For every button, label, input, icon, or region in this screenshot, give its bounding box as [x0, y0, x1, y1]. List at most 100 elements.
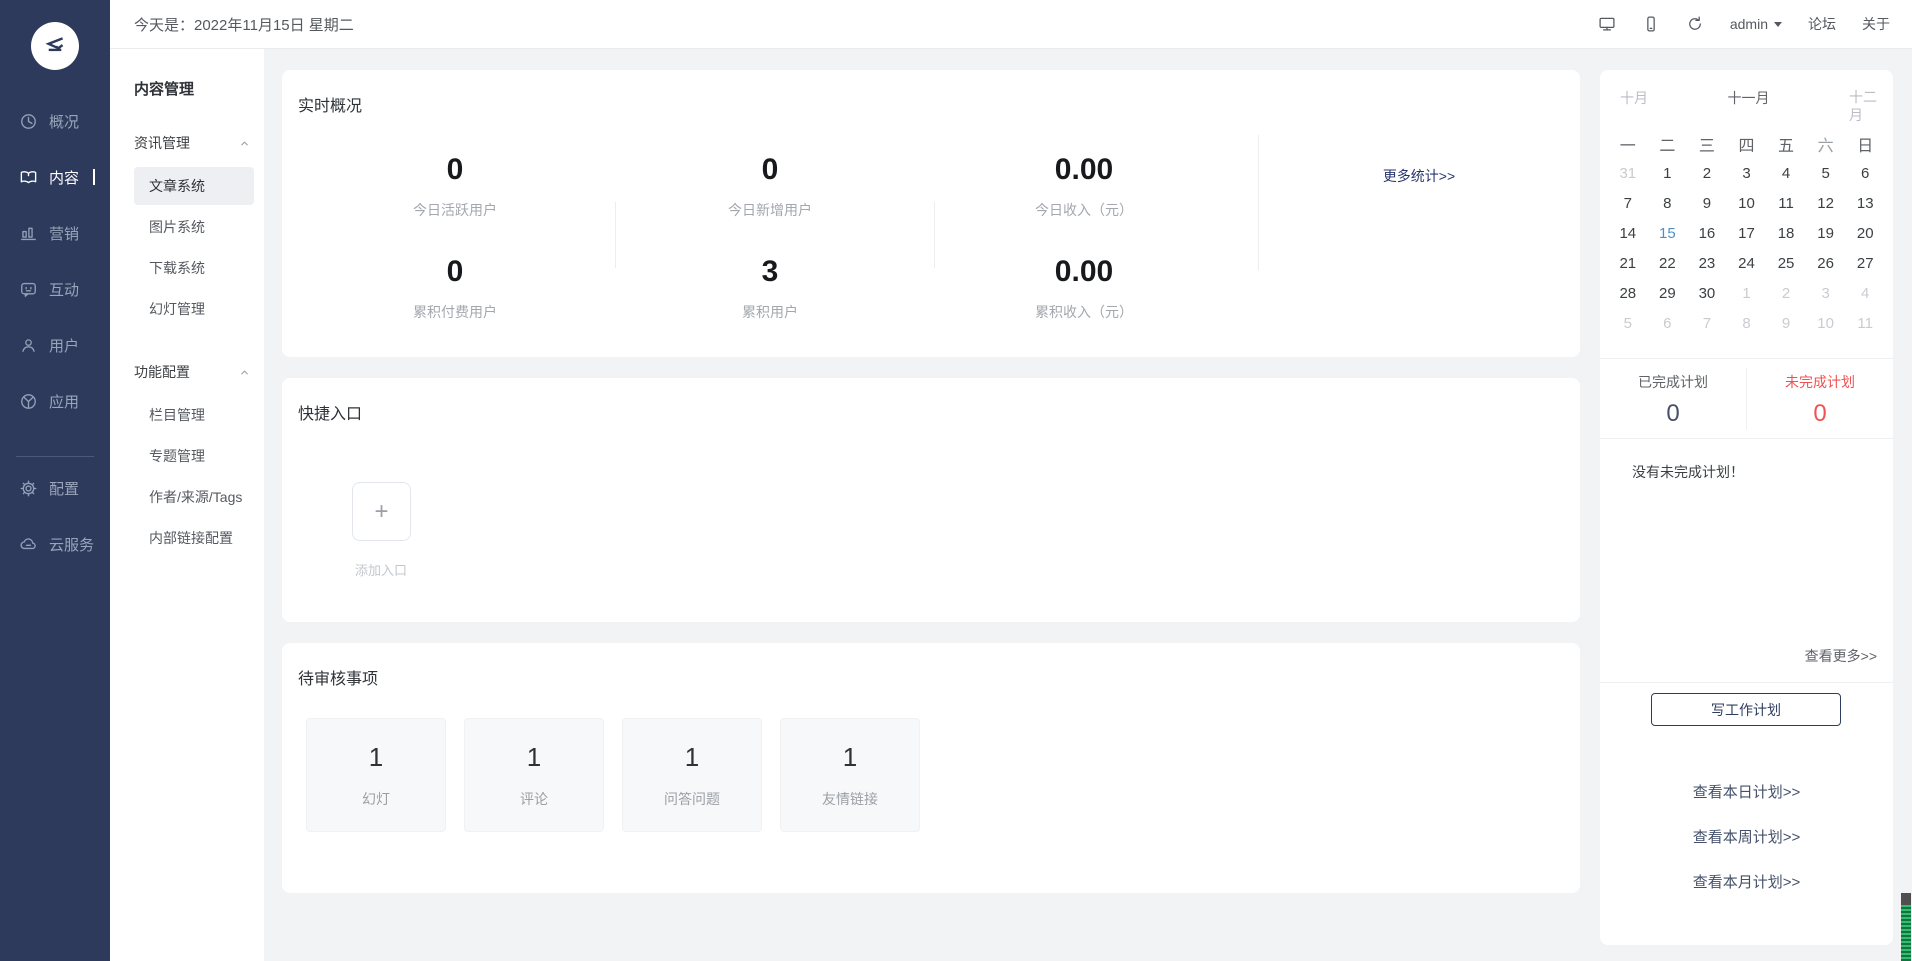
- calendar-day[interactable]: 4: [1766, 158, 1806, 188]
- calendar-day[interactable]: 2: [1766, 278, 1806, 308]
- calendar-day[interactable]: 11: [1766, 188, 1806, 218]
- submenu-group-news[interactable]: 资讯管理: [134, 133, 250, 153]
- user-menu[interactable]: admin: [1730, 16, 1782, 32]
- sidebar-item-label: 配置: [49, 478, 79, 499]
- sidebar-item-content[interactable]: 内容: [0, 154, 110, 200]
- calendar-day[interactable]: 10: [1806, 308, 1846, 338]
- calendar-day[interactable]: 1: [1648, 158, 1688, 188]
- calendar-day[interactable]: 26: [1806, 248, 1846, 278]
- weekday-label: 六: [1806, 132, 1846, 156]
- about-link[interactable]: 关于: [1862, 14, 1890, 34]
- sidebar-item-apps[interactable]: 应用: [0, 378, 110, 424]
- next-month-button[interactable]: 十二月: [1849, 88, 1879, 124]
- submenu-item[interactable]: 图片系统: [134, 208, 254, 246]
- calendar-day[interactable]: 28: [1608, 278, 1648, 308]
- weekday-label: 四: [1727, 132, 1767, 156]
- calendar-day[interactable]: 7: [1608, 188, 1648, 218]
- submenu-group-feature[interactable]: 功能配置: [134, 362, 250, 382]
- panel-divider: [1600, 358, 1893, 359]
- sidebar-nav: 概况内容营销互动用户应用配置云服务: [0, 98, 110, 577]
- calendar-day[interactable]: 7: [1687, 308, 1727, 338]
- calendar-day[interactable]: 1: [1727, 278, 1767, 308]
- calendar-day[interactable]: 19: [1806, 218, 1846, 248]
- submenu-item[interactable]: 内部链接配置: [134, 519, 254, 557]
- calendar-day[interactable]: 17: [1727, 218, 1767, 248]
- stat-label: 累积收入（元）: [974, 302, 1194, 322]
- calendar-day[interactable]: 3: [1806, 278, 1846, 308]
- calendar-day[interactable]: 15: [1648, 218, 1688, 248]
- calendar-day[interactable]: 4: [1845, 278, 1885, 308]
- plan-links: 查看本日计划>>查看本周计划>>查看本月计划>>: [1600, 769, 1893, 904]
- sidebar-item-label: 应用: [49, 391, 79, 412]
- calendar-day[interactable]: 31: [1608, 158, 1648, 188]
- submenu-group-label: 资讯管理: [134, 133, 190, 153]
- calendar-day[interactable]: 30: [1687, 278, 1727, 308]
- stats-divider: [934, 202, 935, 268]
- user-icon: [19, 336, 38, 355]
- more-stats-link[interactable]: 更多统计>>: [1319, 166, 1519, 186]
- view-more-plans-link[interactable]: 查看更多>>: [1805, 646, 1877, 666]
- undone-plan-stat: 未完成计划 0: [1747, 372, 1893, 428]
- brand-logo[interactable]: [31, 22, 79, 70]
- sidebar-item-users[interactable]: 用户: [0, 322, 110, 368]
- calendar-day[interactable]: 20: [1845, 218, 1885, 248]
- submenu-item[interactable]: 下载系统: [134, 249, 254, 287]
- calendar-day[interactable]: 6: [1648, 308, 1688, 338]
- submenu-item[interactable]: 幻灯管理: [134, 290, 254, 328]
- submenu-item[interactable]: 专题管理: [134, 437, 254, 475]
- write-plan-button[interactable]: 写工作计划: [1651, 693, 1841, 726]
- monitor-icon[interactable]: [1598, 15, 1616, 33]
- forum-link[interactable]: 论坛: [1808, 14, 1836, 34]
- calendar-day[interactable]: 11: [1845, 308, 1885, 338]
- calendar-day[interactable]: 21: [1608, 248, 1648, 278]
- brand-logo-icon: [42, 33, 68, 59]
- sidebar-item-marketing[interactable]: 营销: [0, 210, 110, 256]
- sidebar-item-config[interactable]: 配置: [0, 465, 110, 511]
- calendar-day[interactable]: 5: [1608, 308, 1648, 338]
- add-entry-button[interactable]: +: [352, 482, 411, 541]
- mobile-icon[interactable]: [1642, 15, 1660, 33]
- calendar-day[interactable]: 23: [1687, 248, 1727, 278]
- plan-link[interactable]: 查看本月计划>>: [1600, 859, 1893, 904]
- calendar-day[interactable]: 8: [1727, 308, 1767, 338]
- panel-divider: [1600, 682, 1893, 683]
- calendar-day[interactable]: 9: [1687, 188, 1727, 218]
- pending-tile[interactable]: 1友情链接: [780, 718, 920, 832]
- current-month-label: 十一月: [1728, 88, 1770, 108]
- plan-link[interactable]: 查看本日计划>>: [1600, 769, 1893, 814]
- prev-month-button[interactable]: 十月: [1620, 88, 1648, 108]
- pending-tile[interactable]: 1幻灯: [306, 718, 446, 832]
- chevron-up-icon: [239, 138, 250, 149]
- calendar-day[interactable]: 24: [1727, 248, 1767, 278]
- sidebar-item-label: 营销: [49, 223, 79, 244]
- calendar-day[interactable]: 12: [1806, 188, 1846, 218]
- calendar-day[interactable]: 22: [1648, 248, 1688, 278]
- sidebar-item-overview[interactable]: 概况: [0, 98, 110, 144]
- calendar-day[interactable]: 5: [1806, 158, 1846, 188]
- calendar-day[interactable]: 29: [1648, 278, 1688, 308]
- pending-tile[interactable]: 1问答问题: [622, 718, 762, 832]
- submenu-item[interactable]: 作者/来源/Tags: [134, 478, 254, 516]
- sidebar-item-cloud[interactable]: 云服务: [0, 521, 110, 567]
- calendar-day[interactable]: 3: [1727, 158, 1767, 188]
- submenu-item[interactable]: 文章系统: [134, 167, 254, 205]
- calendar-day[interactable]: 16: [1687, 218, 1727, 248]
- plan-link[interactable]: 查看本周计划>>: [1600, 814, 1893, 859]
- calendar-day[interactable]: 2: [1687, 158, 1727, 188]
- stat-value: 0.00: [974, 255, 1194, 289]
- refresh-icon[interactable]: [1686, 15, 1704, 33]
- calendar-day[interactable]: 25: [1766, 248, 1806, 278]
- calendar-day[interactable]: 13: [1845, 188, 1885, 218]
- calendar-day[interactable]: 10: [1727, 188, 1767, 218]
- pending-count: 1: [527, 742, 541, 773]
- pending-tile[interactable]: 1评论: [464, 718, 604, 832]
- calendar-day[interactable]: 6: [1845, 158, 1885, 188]
- calendar-day[interactable]: 18: [1766, 218, 1806, 248]
- calendar-day[interactable]: 14: [1608, 218, 1648, 248]
- calendar-day[interactable]: 9: [1766, 308, 1806, 338]
- calendar-day[interactable]: 27: [1845, 248, 1885, 278]
- sidebar-item-interact[interactable]: 互动: [0, 266, 110, 312]
- submenu-item[interactable]: 栏目管理: [134, 396, 254, 434]
- calendar-day[interactable]: 8: [1648, 188, 1688, 218]
- page-scrollbar-thumb[interactable]: [1901, 893, 1911, 961]
